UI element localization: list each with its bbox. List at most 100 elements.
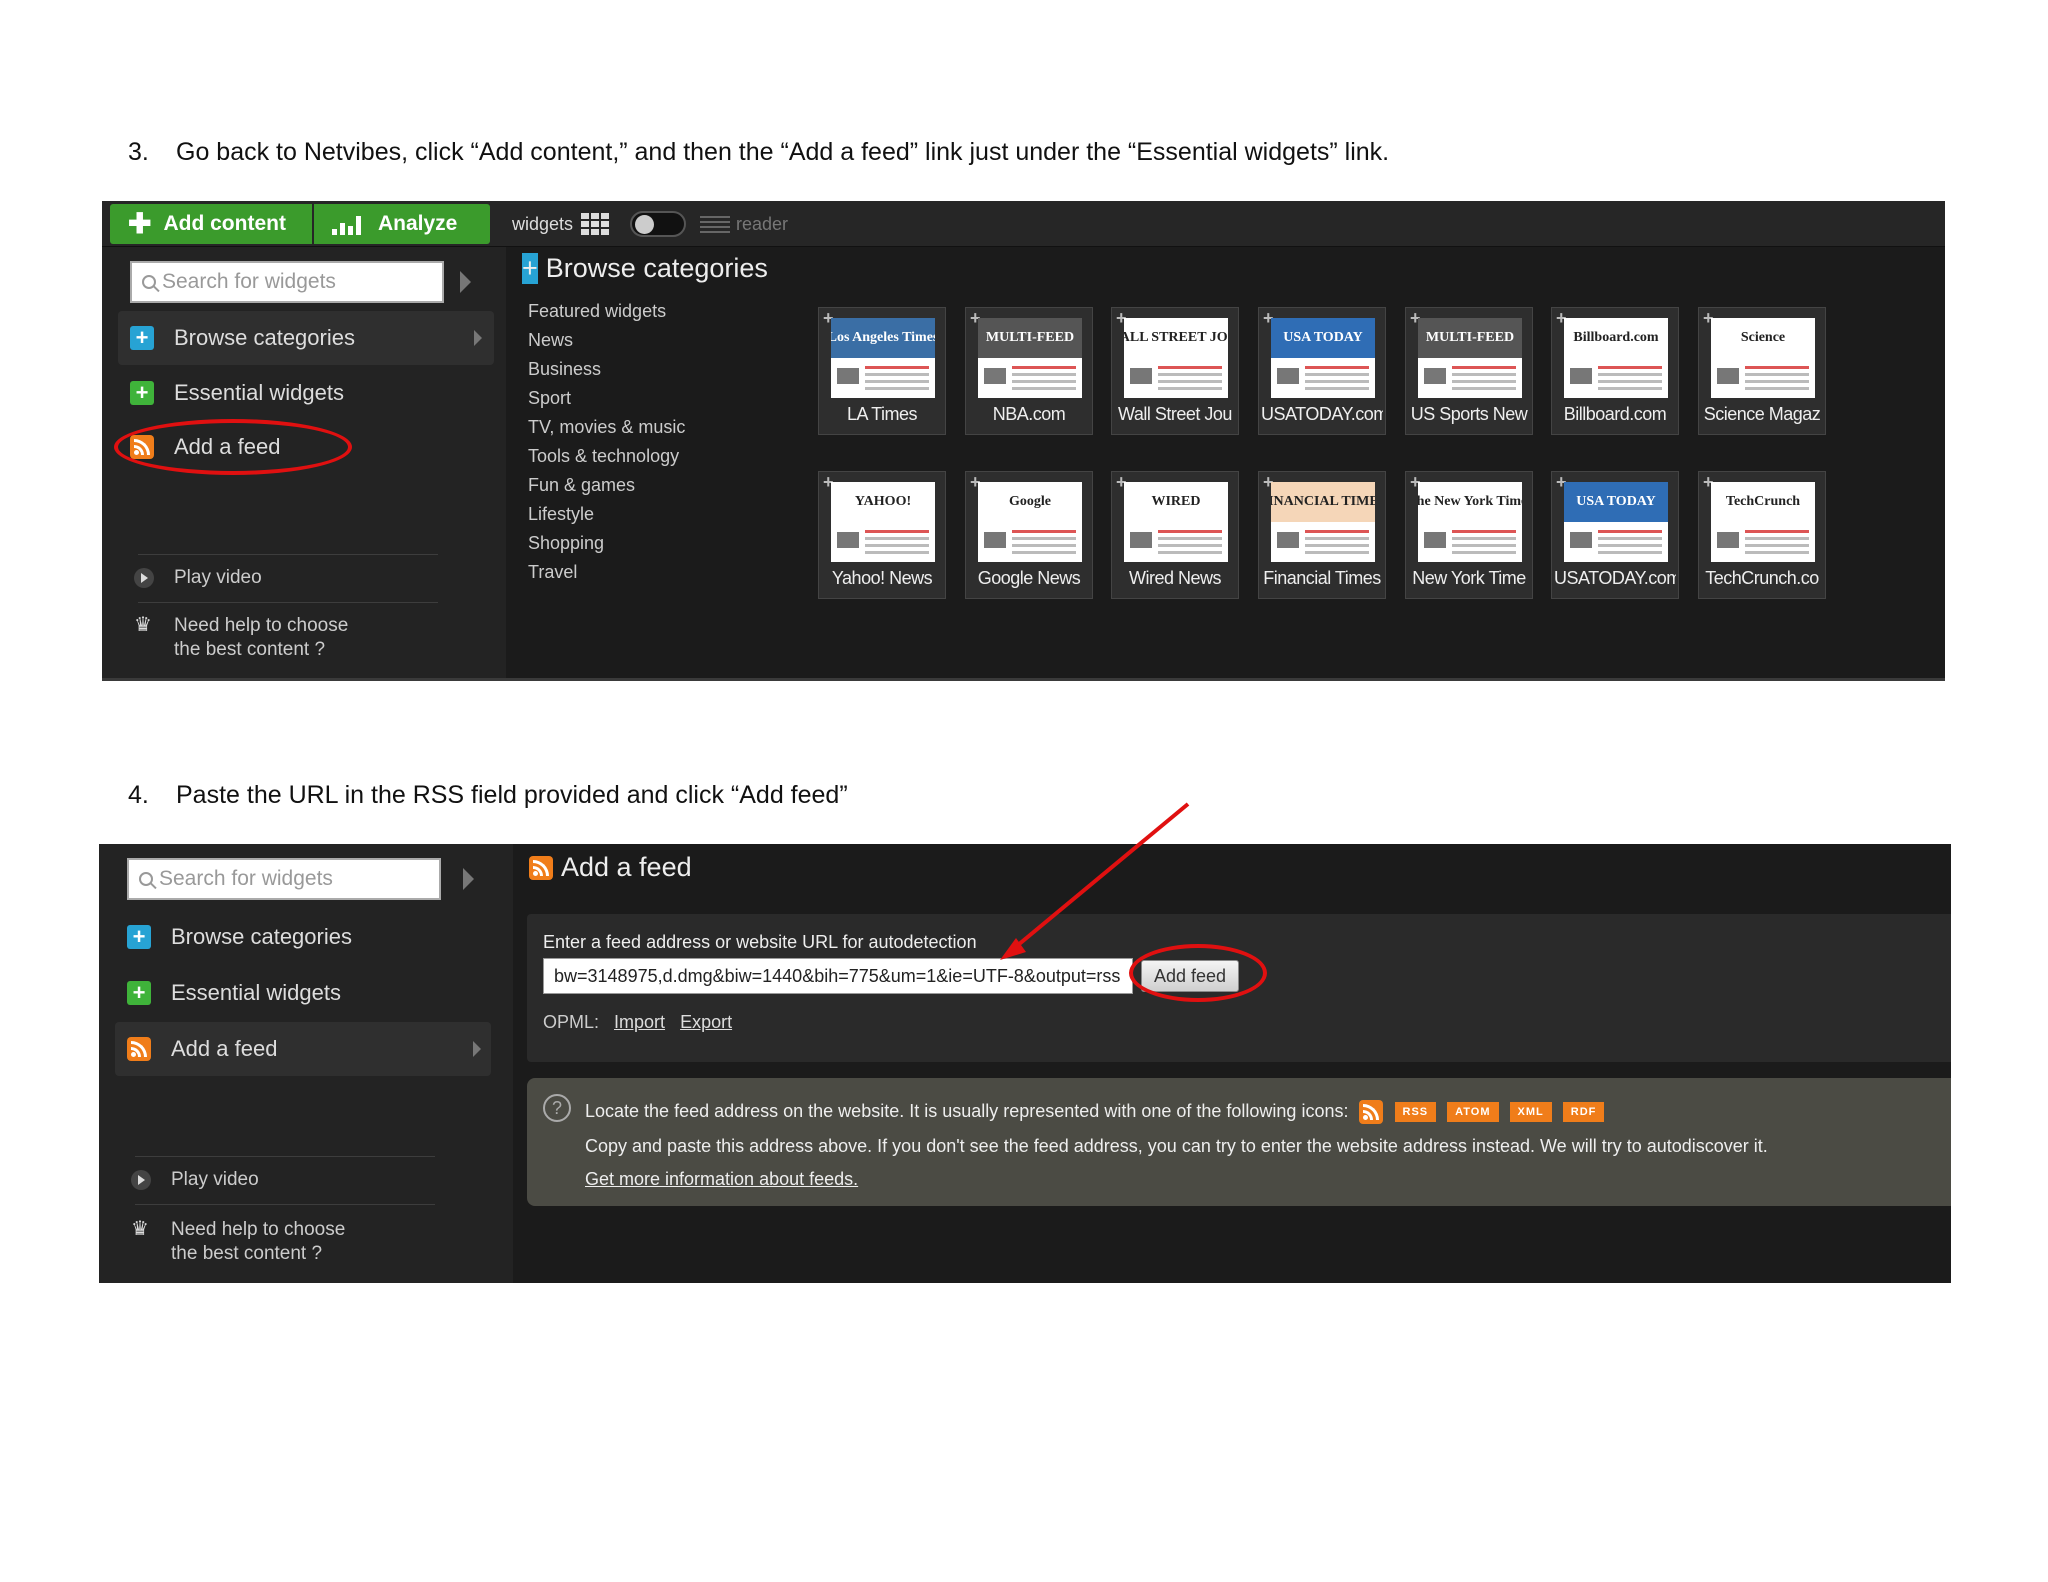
category-travel[interactable]: Travel — [528, 560, 685, 589]
widget-brand-logo: WIRED — [1124, 482, 1228, 522]
widget-tile[interactable]: + MULTI-FEED NBA.com — [965, 307, 1093, 435]
plus-icon: ✚ — [128, 208, 152, 239]
widget-thumbnail: The New York Times — [1418, 482, 1522, 562]
thumbnail-text-lines — [1305, 366, 1369, 394]
widget-tile[interactable]: + Science Science Magaz — [1698, 307, 1826, 435]
widget-tile[interactable]: + USA TODAY USATODAY.com — [1258, 307, 1386, 435]
category-featured-widgets[interactable]: Featured widgets — [528, 299, 685, 328]
thumbnail-text-lines — [1012, 366, 1076, 394]
widget-tile[interactable]: + Google Google News — [965, 471, 1093, 599]
feed-address-label: Enter a feed address or website URL for … — [543, 932, 977, 952]
netvibes-add-content-screenshot: ✚ Add content Analyze widgets reader Sea… — [102, 201, 1945, 681]
thumbnail-image-icon — [1717, 532, 1739, 548]
feed-help-box: ? Locate the feed address on the website… — [527, 1078, 1951, 1206]
widget-name: US Sports New — [1410, 404, 1528, 424]
chevron-right-icon[interactable] — [460, 271, 471, 293]
search-input[interactable]: Search for widgets — [130, 261, 444, 303]
rdf-badge-icon: RDF — [1562, 1102, 1605, 1122]
divider — [135, 1156, 435, 1157]
widget-brand-logo: Science — [1711, 318, 1815, 358]
analyze-tab[interactable]: Analyze — [314, 204, 490, 244]
sidebar-item-essential-widgets[interactable]: + Essential widgets — [118, 366, 494, 420]
divider — [138, 554, 438, 555]
sidebar-item-add-a-feed[interactable]: Add a feed — [115, 1022, 491, 1076]
widget-thumbnail: Google — [978, 482, 1082, 562]
widgets-view-toggle[interactable]: widgets — [512, 201, 610, 247]
thumbnail-image-icon — [984, 532, 1006, 548]
chevron-right-icon[interactable] — [463, 868, 474, 890]
atom-badge-icon: ATOM — [1447, 1102, 1499, 1122]
widget-brand-logo: USA TODAY — [1271, 318, 1375, 358]
sidebar-item-essential-widgets[interactable]: + Essential widgets — [115, 966, 491, 1020]
widget-name: Financial Times — [1263, 568, 1381, 588]
feed-info-link[interactable]: Get more information about feeds. — [585, 1169, 858, 1189]
widget-tile[interactable]: +FINANCIAL TIMESFinancial Times — [1258, 471, 1386, 599]
widget-tile[interactable]: +The New York TimesNew York Time — [1405, 471, 1533, 599]
play-icon — [131, 1170, 151, 1190]
category-fun-games[interactable]: Fun & games — [528, 473, 685, 502]
widget-tile[interactable]: +THE WALL STREET JOURNALWall Street Jou — [1111, 307, 1239, 435]
widget-tile[interactable]: + MULTI-FEED US Sports New — [1405, 307, 1533, 435]
thumbnail-text-lines — [1745, 366, 1809, 394]
widget-brand-logo: USA TODAY — [1564, 482, 1668, 522]
highlight-circle — [114, 419, 352, 475]
add-feed-form: Enter a feed address or website URL for … — [527, 914, 1951, 1062]
need-help-link[interactable]: ♛ Need help to choose the best content ? — [131, 1218, 345, 1266]
widget-brand-logo: MULTI-FEED — [978, 318, 1082, 358]
widget-thumbnail: USA TODAY — [1564, 482, 1668, 562]
category-news[interactable]: News — [528, 328, 685, 357]
need-help-link[interactable]: ♛ Need help to choose the best content ? — [134, 614, 348, 662]
reader-view-toggle[interactable]: reader — [700, 201, 788, 247]
widget-name: Science Magaz — [1703, 404, 1821, 424]
search-icon — [142, 275, 156, 289]
widget-thumbnail: MULTI-FEED — [1418, 318, 1522, 398]
category-list: Featured widgets News Business Sport TV,… — [528, 299, 685, 589]
feed-url-input[interactable]: bw=3148975,d.dmg&biw=1440&bih=775&um=1&i… — [543, 958, 1133, 994]
thumbnail-text-lines — [1598, 530, 1662, 558]
widget-name: LA Times — [846, 404, 918, 424]
grid-icon — [581, 213, 610, 235]
thumbnail-text-lines — [1452, 530, 1516, 558]
view-toggle-switch[interactable] — [630, 211, 686, 237]
widget-brand-logo: FINANCIAL TIMES — [1271, 482, 1375, 522]
widget-tile[interactable]: + YAHOO! Yahoo! News — [818, 471, 946, 599]
export-link[interactable]: Export — [680, 1012, 732, 1032]
category-sport[interactable]: Sport — [528, 386, 685, 415]
category-tools-technology[interactable]: Tools & technology — [528, 444, 685, 473]
top-toolbar: ✚ Add content Analyze widgets reader — [102, 201, 1945, 247]
category-lifestyle[interactable]: Lifestyle — [528, 502, 685, 531]
thumbnail-image-icon — [984, 368, 1006, 384]
widget-tile[interactable]: + USA TODAY USATODAY.com — [1551, 471, 1679, 599]
widget-tile[interactable]: + Billboard.com Billboard.com — [1551, 307, 1679, 435]
sidebar-item-browse-categories[interactable]: + Browse categories — [118, 311, 494, 365]
add-content-tab[interactable]: ✚ Add content — [110, 204, 312, 244]
thumbnail-image-icon — [1277, 532, 1299, 548]
category-shopping[interactable]: Shopping — [528, 531, 685, 560]
widget-tile[interactable]: + TechCrunch TechCrunch.co — [1698, 471, 1826, 599]
play-video-link[interactable]: Play video — [131, 1168, 259, 1192]
opml-row: OPML: Import Export — [543, 1012, 733, 1032]
category-tv-movies-music[interactable]: TV, movies & music — [528, 415, 685, 444]
widget-tile[interactable]: + WIRED Wired News — [1111, 471, 1239, 599]
widget-brand-logo: THE WALL STREET JOURNAL — [1124, 318, 1228, 358]
thumbnail-text-lines — [1012, 530, 1076, 558]
step-4-instruction: 4. Paste the URL in the RSS field provide… — [128, 781, 848, 809]
rss-icon — [127, 1037, 151, 1061]
widget-brand-logo: Google — [978, 482, 1082, 522]
import-link[interactable]: Import — [614, 1012, 665, 1032]
thumbnail-text-lines — [1305, 530, 1369, 558]
widget-thumbnail: WIRED — [1124, 482, 1228, 562]
thumbnail-text-lines — [865, 530, 929, 558]
section-title: Add a feed — [529, 852, 692, 883]
widget-thumbnail: Billboard.com — [1564, 318, 1668, 398]
search-input[interactable]: Search for widgets — [127, 858, 441, 900]
play-video-link[interactable]: Play video — [134, 566, 262, 590]
plus-icon: + — [127, 925, 151, 949]
thumbnail-text-lines — [865, 366, 929, 394]
category-business[interactable]: Business — [528, 357, 685, 386]
widget-name: Yahoo! News — [831, 568, 933, 588]
widget-tile[interactable]: + Los Angeles Times LA Times — [818, 307, 946, 435]
sidebar-item-browse-categories[interactable]: + Browse categories — [115, 910, 491, 964]
plus-icon: + — [130, 326, 154, 350]
question-icon: ? — [543, 1094, 571, 1122]
